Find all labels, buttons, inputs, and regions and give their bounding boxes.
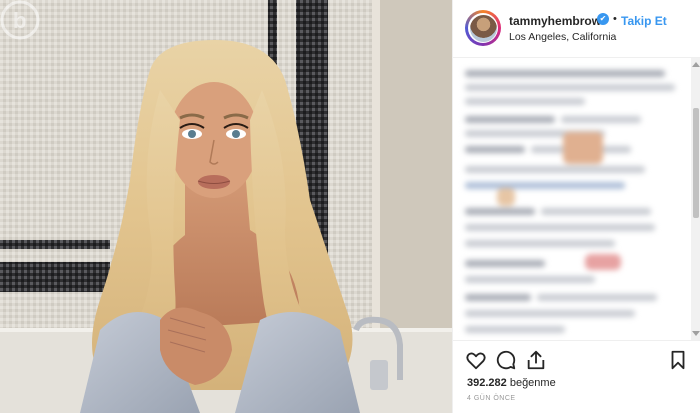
verified-badge-icon: ✔ xyxy=(597,13,609,25)
scroll-up-arrow-icon[interactable] xyxy=(692,62,700,67)
heart-icon[interactable] xyxy=(465,349,487,371)
scrollbar-thumb[interactable] xyxy=(693,108,699,218)
username-link[interactable]: tammyhembrow xyxy=(509,14,601,28)
post-photo[interactable]: b xyxy=(0,0,452,413)
avatar-image xyxy=(469,14,497,42)
post-photo-illustration xyxy=(0,0,452,413)
comments-scrollbar[interactable] xyxy=(691,58,700,340)
bookmark-icon[interactable] xyxy=(667,349,689,371)
follow-button[interactable]: Takip Et xyxy=(621,14,667,28)
likes-count[interactable]: 392.282 beğenme xyxy=(467,377,556,389)
comment-icon[interactable] xyxy=(495,349,517,371)
svg-text:b: b xyxy=(13,8,26,33)
avatar-ring-inner xyxy=(468,13,498,43)
post-header: tammyhembrow ✔ • Takip Et Los Angeles, C… xyxy=(453,0,700,58)
share-icon[interactable] xyxy=(525,349,547,371)
post-side-panel: tammyhembrow ✔ • Takip Et Los Angeles, C… xyxy=(452,0,700,413)
blurred-comments xyxy=(453,58,691,340)
post-timestamp[interactable]: 4 GÜN ÖNCE xyxy=(467,395,516,402)
watermark-logo: b xyxy=(0,0,40,40)
comments-section xyxy=(453,58,691,340)
likes-label: beğenme xyxy=(509,377,556,389)
post-actions: 392.282 beğenme 4 GÜN ÖNCE xyxy=(453,340,700,413)
scroll-down-arrow-icon[interactable] xyxy=(692,331,700,336)
likes-number: 392.282 xyxy=(467,377,507,389)
separator-dot: • xyxy=(613,13,617,25)
avatar[interactable] xyxy=(465,10,501,46)
location-link[interactable]: Los Angeles, California xyxy=(509,31,616,43)
